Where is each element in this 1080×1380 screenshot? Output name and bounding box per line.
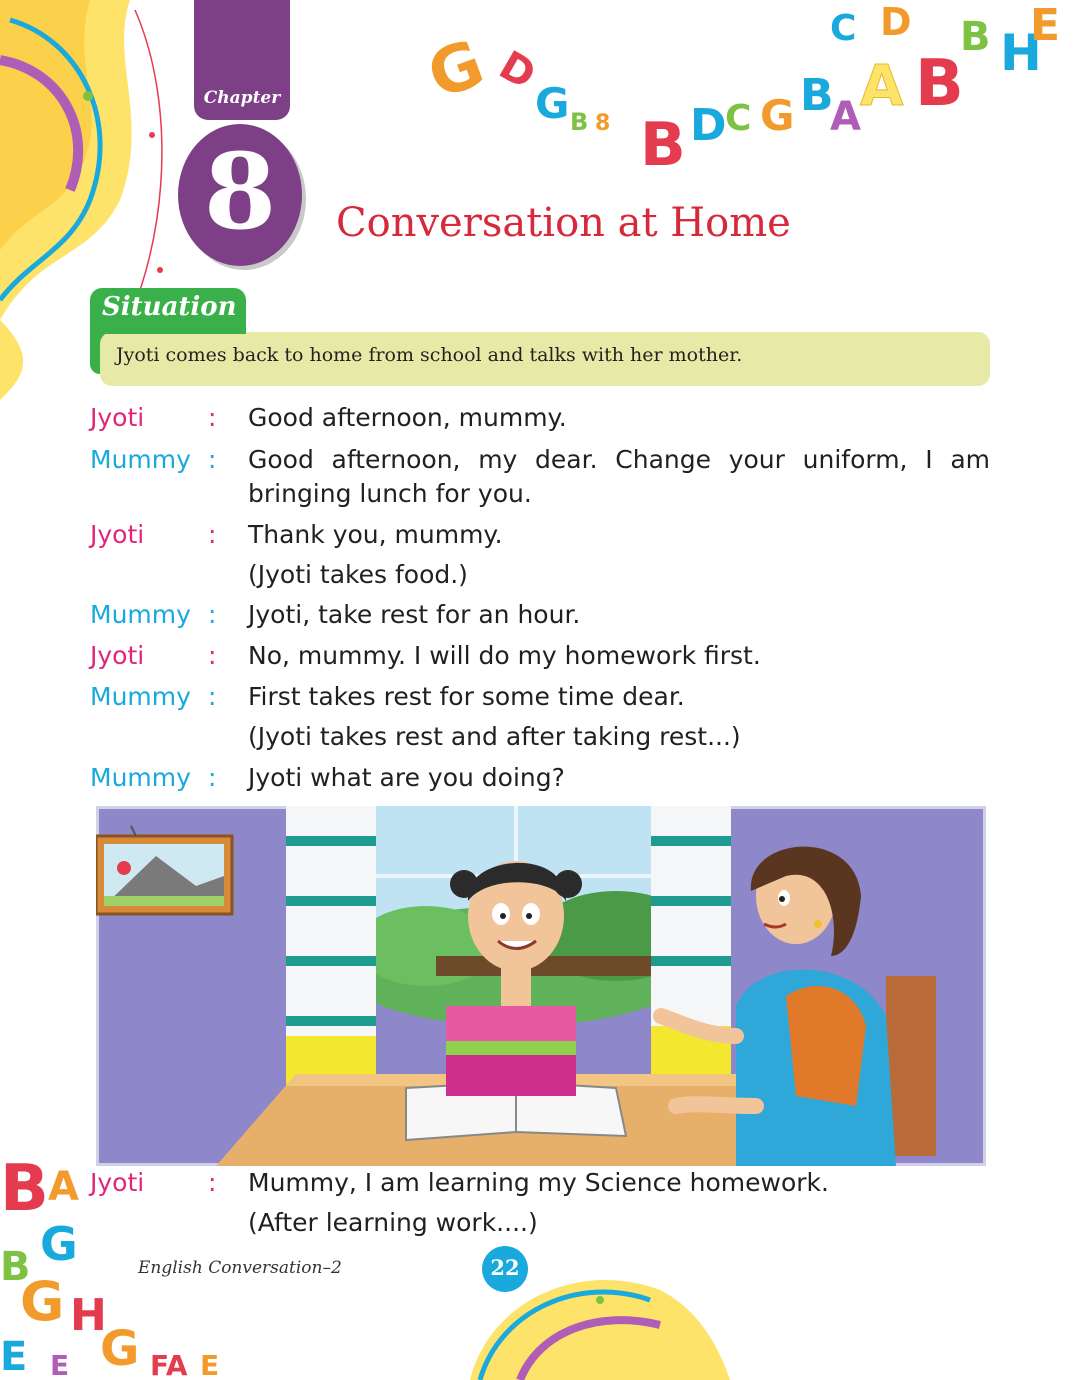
svg-text:A: A <box>48 1164 79 1210</box>
speaker-name: Mummy <box>90 445 191 474</box>
svg-text:FA: FA <box>150 1349 188 1380</box>
speaker-colon: : <box>208 641 217 670</box>
page-title: Conversation at Home <box>336 200 791 246</box>
svg-text:G: G <box>419 27 494 115</box>
chapter-number-badge: 8 <box>178 124 302 266</box>
svg-text:E: E <box>0 1334 27 1380</box>
svg-text:D: D <box>880 0 912 44</box>
speaker-colon: : <box>208 763 217 792</box>
dialogue-line: (Jyoti takes food.) <box>248 560 468 589</box>
speaker-name: Mummy <box>90 600 191 629</box>
dialogue-line: Good afternoon, my dear. Change your uni… <box>248 445 990 474</box>
chapter-number: 8 <box>203 130 277 253</box>
svg-text:B: B <box>570 108 588 136</box>
svg-text:D: D <box>690 100 727 151</box>
speaker-colon: : <box>208 445 217 474</box>
svg-text:E: E <box>50 1349 69 1380</box>
speaker-name: Jyoti <box>90 403 145 432</box>
mother-daughter-homework-illustration <box>96 806 986 1166</box>
svg-text:E: E <box>200 1349 219 1380</box>
svg-text:8: 8 <box>595 111 610 136</box>
svg-text:C: C <box>830 8 856 49</box>
svg-text:G: G <box>20 1270 64 1333</box>
dialogue-line: Mummy, I am learning my Science homework… <box>248 1168 829 1197</box>
situation-box: Jyoti comes back to home from school and… <box>100 332 990 386</box>
page-number: 22 <box>490 1255 520 1280</box>
svg-text:B: B <box>640 110 686 180</box>
curtain-left <box>286 806 376 1106</box>
situation-label: Situation <box>102 292 237 322</box>
svg-text:B: B <box>960 14 991 60</box>
svg-text:G: G <box>535 79 569 128</box>
svg-text:A: A <box>830 94 861 140</box>
speaker-name: Mummy <box>90 763 191 792</box>
svg-text:G: G <box>40 1217 78 1271</box>
dialogue-line: bringing lunch for you. <box>248 479 532 508</box>
speaker-colon: : <box>208 403 217 432</box>
wall-painting <box>96 825 234 916</box>
svg-text:B: B <box>0 1152 49 1226</box>
situation-tab: Situation <box>90 288 246 334</box>
dialogue-line: Good afternoon, mummy. <box>248 403 567 432</box>
dialogue-line: No, mummy. I will do my homework first. <box>248 641 761 670</box>
book-title-footer: English Conversation–2 <box>138 1258 342 1278</box>
svg-text:E: E <box>1030 0 1060 51</box>
speaker-name: Mummy <box>90 682 191 711</box>
letters-decoration-top: G D G B 8 B D C G B A A B B H E C D <box>419 0 1060 180</box>
svg-text:B: B <box>800 70 834 121</box>
curtain-right <box>651 806 731 1096</box>
speaker-colon: : <box>208 520 217 549</box>
dialogue-line: Jyoti what are you doing? <box>248 763 565 792</box>
dialogue-line: (After learning work....) <box>248 1208 538 1237</box>
dialogue-line: (Jyoti takes rest and after taking rest.… <box>248 722 741 751</box>
speaker-name: Jyoti <box>90 1168 145 1197</box>
svg-text:B: B <box>915 47 964 121</box>
page-number-badge: 22 <box>482 1246 528 1292</box>
dialogue-line: First takes rest for some time dear. <box>248 682 685 711</box>
svg-text:C: C <box>725 98 751 139</box>
speaker-name: Jyoti <box>90 641 145 670</box>
speaker-colon: : <box>208 600 217 629</box>
svg-text:A: A <box>860 54 904 119</box>
dialogue-line: Jyoti, take rest for an hour. <box>248 600 581 629</box>
chapter-label: Chapter <box>203 88 281 108</box>
speaker-name: Jyoti <box>90 520 145 549</box>
dialogue-line: Thank you, mummy. <box>248 520 503 549</box>
speaker-colon: : <box>208 682 217 711</box>
situation-text: Jyoti comes back to home from school and… <box>116 344 743 366</box>
chapter-tab: Chapter <box>194 0 290 120</box>
speaker-colon: : <box>208 1168 217 1197</box>
svg-text:G: G <box>100 1321 139 1377</box>
svg-text:G: G <box>760 91 794 140</box>
